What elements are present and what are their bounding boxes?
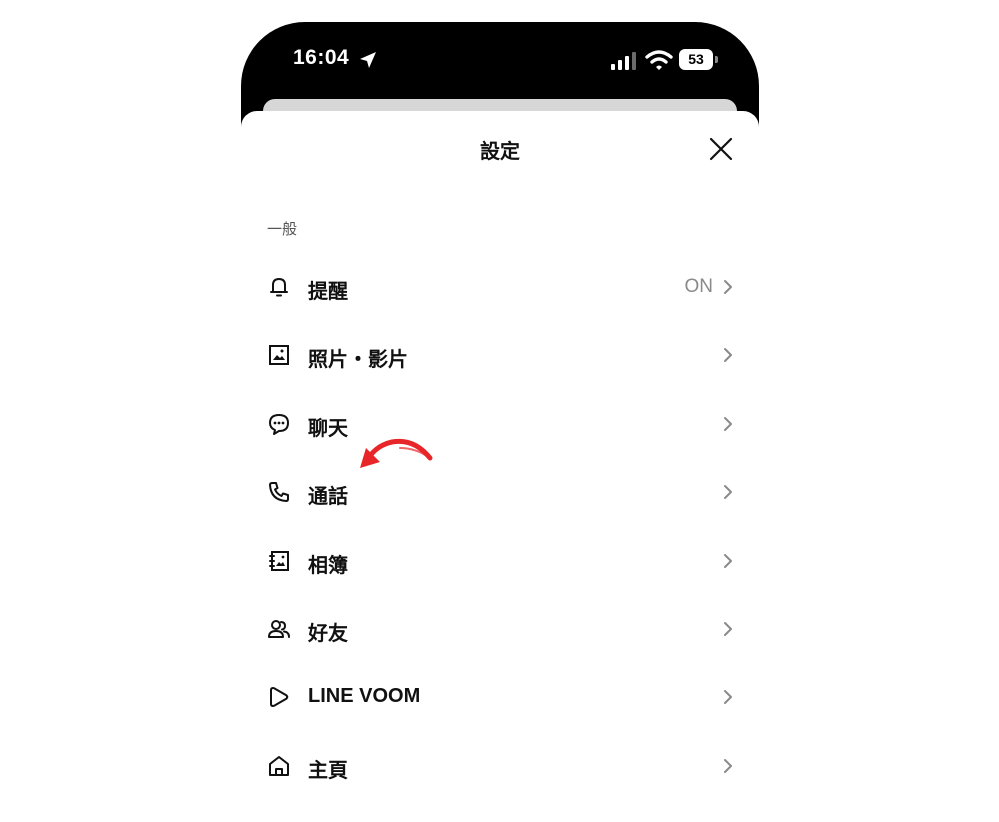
settings-item-photos-videos[interactable]: 照片・影片 (241, 322, 759, 390)
chevron-right-icon (724, 417, 732, 431)
settings-item-label: 通話 (308, 484, 348, 508)
photo-icon (269, 345, 289, 365)
cellular-signal-icon (611, 52, 636, 70)
settings-item-label: 聊天 (308, 416, 348, 440)
chevron-right-icon (724, 759, 732, 773)
chevron-right-icon (724, 554, 732, 568)
phone-icon (269, 482, 289, 502)
chat-bubble-icon (269, 414, 289, 435)
battery-cap (715, 56, 718, 63)
album-icon (269, 551, 289, 571)
battery-level: 53 (688, 51, 704, 67)
settings-item-label: 提醒 (308, 279, 348, 303)
settings-item-label: 照片・影片 (308, 347, 408, 371)
settings-item-label: LINE VOOM (308, 685, 421, 707)
bell-icon (270, 278, 288, 297)
settings-item-value: ON (684, 276, 714, 297)
settings-item-label: 好友 (308, 621, 348, 645)
settings-item-home[interactable]: 主頁 (241, 733, 759, 801)
settings-item-line-voom[interactable]: LINE VOOM (241, 664, 759, 732)
settings-sheet: 設定 一般 提醒 ON 照片・影片 聊天 通話 相簿 好友 LINE VOOM … (241, 111, 759, 822)
chevron-right-icon (724, 280, 732, 294)
settings-item-calls[interactable]: 通話 (241, 459, 759, 527)
phone-frame: 16:04 53 設定 一般 提醒 ON 照片・影片 聊天 通話 相簿 好友 L… (241, 22, 759, 822)
settings-item-label: 主頁 (308, 758, 348, 782)
settings-item-chats[interactable]: 聊天 (241, 391, 759, 459)
chevron-right-icon (724, 348, 732, 362)
settings-item-notifications[interactable]: 提醒 ON (241, 254, 759, 322)
voom-play-icon (270, 687, 289, 707)
status-time: 16:04 (293, 46, 350, 69)
red-curved-arrow-icon (360, 438, 433, 468)
close-icon[interactable] (707, 135, 735, 163)
friends-icon (268, 620, 290, 638)
chevron-right-icon (724, 690, 732, 704)
settings-item-albums[interactable]: 相簿 (241, 528, 759, 596)
location-arrow-icon (360, 52, 376, 68)
chevron-right-icon (724, 485, 732, 499)
home-icon (269, 756, 289, 776)
status-bar: 16:04 53 (241, 22, 759, 100)
section-label-general: 一般 (267, 220, 298, 238)
chevron-right-icon (724, 622, 732, 636)
settings-item-label: 相簿 (308, 553, 348, 577)
page-title: 設定 (480, 139, 520, 163)
wifi-icon (645, 50, 673, 70)
settings-item-friends[interactable]: 好友 (241, 596, 759, 664)
battery-icon: 53 (679, 49, 713, 70)
